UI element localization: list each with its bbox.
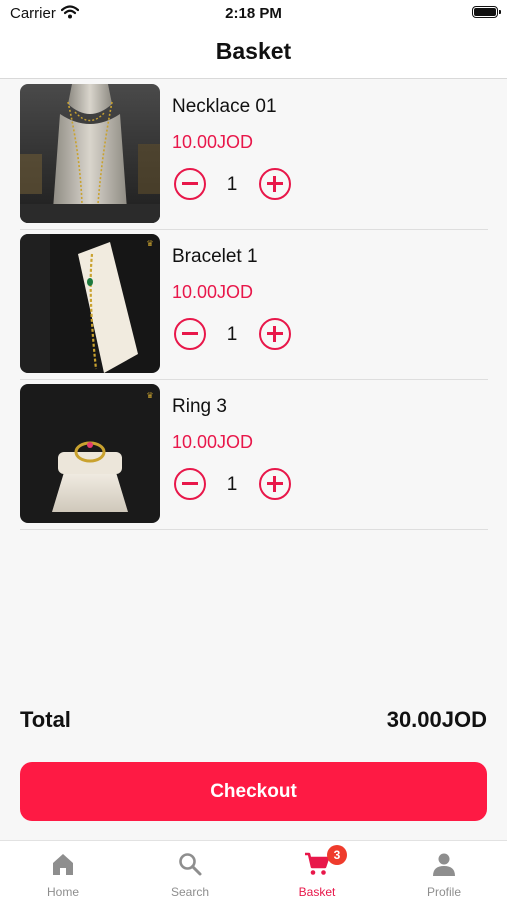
home-icon (53, 854, 73, 875)
status-bar: Carrier 2:18 PM (0, 0, 507, 28)
item-price: 10.00JOD (172, 282, 254, 302)
necklace-photo (20, 84, 160, 223)
page-title: Basket (215, 38, 292, 64)
tab-label: Profile (426, 885, 461, 899)
tab-profile[interactable]: Profile (381, 841, 507, 901)
person-icon (433, 853, 455, 876)
decrease-quantity-button[interactable] (174, 318, 206, 350)
tab-label: Home (46, 885, 79, 899)
item-price: 10.00JOD (172, 132, 254, 152)
item-name: Bracelet 1 (172, 246, 258, 267)
decrease-quantity-button[interactable] (174, 468, 206, 500)
total-value: 30.00JOD (386, 707, 487, 732)
tab-bar: Home Search 3 Basket Profile (0, 840, 507, 901)
status-time: 2:18 PM (225, 5, 282, 22)
quantity-value: 1 (226, 174, 238, 195)
tab-search[interactable]: Search (127, 841, 253, 901)
basket-item: Necklace 01 10.00JOD 1 (20, 79, 488, 230)
item-name: Necklace 01 (172, 96, 277, 117)
increase-quantity-button[interactable] (259, 318, 291, 350)
total-label: Total (20, 707, 71, 732)
battery-icon (472, 6, 501, 18)
bracelet-photo: ♛ (20, 234, 160, 373)
decrease-quantity-button[interactable] (174, 168, 206, 200)
item-price: 10.00JOD (172, 432, 254, 452)
quantity-value: 1 (226, 324, 238, 345)
quantity-value: 1 (226, 474, 238, 495)
item-name: Ring 3 (172, 396, 227, 417)
checkout-button[interactable]: Checkout (20, 762, 487, 821)
ring-photo: ♛ (20, 384, 160, 523)
tab-label: Basket (298, 885, 336, 899)
increase-quantity-button[interactable] (259, 168, 291, 200)
svg-text:♛: ♛ (146, 391, 153, 400)
increase-quantity-button[interactable] (259, 468, 291, 500)
tab-basket[interactable]: 3 Basket (254, 841, 380, 901)
navigation-bar: Basket (0, 28, 507, 79)
search-icon (179, 853, 202, 876)
svg-text:♛: ♛ (146, 239, 153, 248)
basket-item: ♛ Bracelet 1 10.00JOD 1 (20, 229, 488, 380)
cart-count-badge: 3 (327, 845, 347, 865)
basket-item: ♛ Ring 3 10.00JOD 1 (20, 379, 488, 530)
tab-label: Search (170, 885, 210, 899)
tab-home[interactable]: Home (0, 841, 126, 901)
